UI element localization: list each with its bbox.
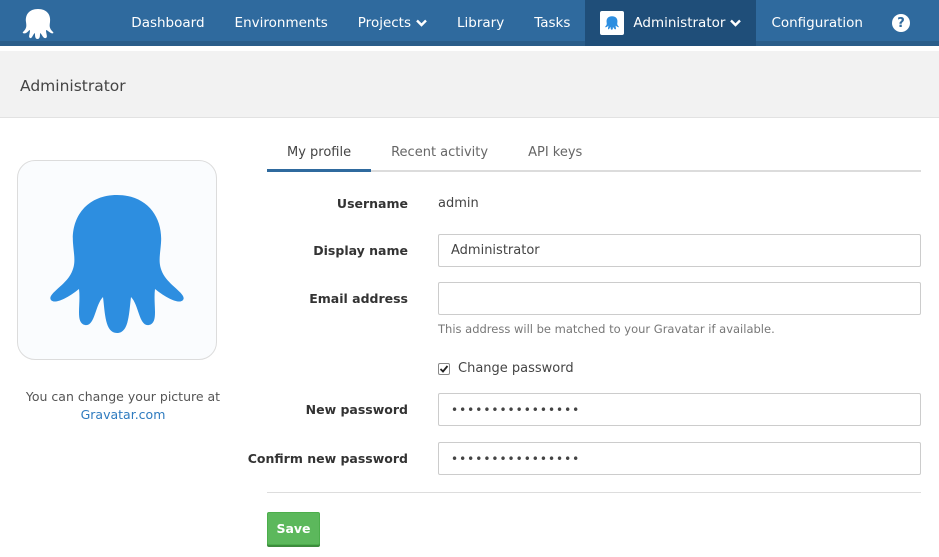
confirm-password-label: Confirm new password <box>247 451 408 466</box>
email-hint: This address will be matched to your Gra… <box>438 322 775 336</box>
change-password-row[interactable]: Change password <box>438 361 574 376</box>
nav-configuration[interactable]: Configuration <box>756 0 878 46</box>
profile-tabs: My profile Recent activity API keys <box>267 137 921 172</box>
avatar-caption: You can change your picture at Gravatar.… <box>17 388 229 424</box>
tab-recent-activity[interactable]: Recent activity <box>371 137 508 172</box>
form-divider <box>267 492 921 493</box>
nav-projects-label: Projects <box>357 15 412 31</box>
nav-environments-label: Environments <box>234 15 328 31</box>
email-field[interactable] <box>438 282 921 315</box>
avatar-caption-text: You can change your picture at <box>25 389 221 404</box>
email-label: Email address <box>309 291 408 306</box>
top-navigation-bar: Dashboard Environments Projects Library … <box>0 0 939 46</box>
username-value: admin <box>438 196 479 211</box>
octopus-logo-icon[interactable] <box>18 6 58 42</box>
octopus-avatar-icon <box>50 195 184 333</box>
nav-tasks[interactable]: Tasks <box>519 0 585 46</box>
nav-tasks-label: Tasks <box>534 15 571 31</box>
main-nav: Dashboard Environments Projects Library … <box>116 0 939 46</box>
display-name-field[interactable]: Administrator <box>438 234 921 267</box>
chevron-down-icon <box>416 19 427 27</box>
nav-dashboard[interactable]: Dashboard <box>116 0 219 46</box>
nav-library-label: Library <box>457 15 505 31</box>
nav-dashboard-label: Dashboard <box>131 15 205 31</box>
page-title: Administrator <box>20 77 126 95</box>
question-circle-icon: ? <box>892 14 910 32</box>
tab-api-keys[interactable]: API keys <box>508 137 602 172</box>
user-avatar-icon <box>600 11 625 35</box>
new-password-label: New password <box>305 402 408 417</box>
nav-projects[interactable]: Projects <box>343 0 442 46</box>
nav-configuration-label: Configuration <box>771 15 863 31</box>
username-label: Username <box>336 196 408 211</box>
save-button[interactable]: Save <box>267 512 320 545</box>
change-password-label: Change password <box>458 361 574 376</box>
change-password-checkbox[interactable] <box>438 362 450 375</box>
page-header: Administrator <box>0 51 939 118</box>
chevron-down-icon <box>730 19 742 27</box>
display-name-label: Display name <box>313 243 408 258</box>
checkmark-icon <box>439 364 449 373</box>
nav-user-label: Administrator <box>633 15 726 31</box>
help-button[interactable]: ? <box>878 0 939 46</box>
new-password-field[interactable]: •••••••••••••••• <box>438 393 921 426</box>
nav-environments[interactable]: Environments <box>220 0 343 46</box>
gravatar-link[interactable]: Gravatar.com <box>17 406 229 424</box>
tab-my-profile[interactable]: My profile <box>267 137 372 172</box>
profile-avatar <box>17 160 217 360</box>
nav-library[interactable]: Library <box>442 0 519 46</box>
nav-user-menu[interactable]: Administrator <box>585 0 757 46</box>
confirm-password-field[interactable]: •••••••••••••••• <box>438 442 921 475</box>
